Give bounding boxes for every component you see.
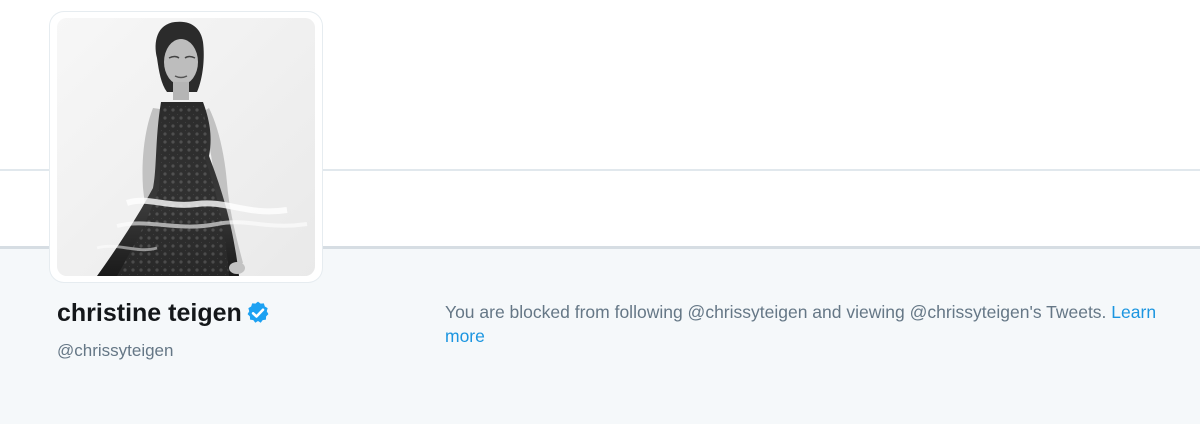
verified-badge-icon (247, 301, 269, 323)
profile-name-text[interactable]: christine teigen (57, 296, 242, 330)
profile-handle[interactable]: @chrissyteigen (57, 340, 173, 362)
avatar-image (57, 18, 315, 276)
blocked-notice: You are blocked from following @chrissyt… (445, 300, 1190, 348)
blocked-notice-text: You are blocked from following @chrissyt… (445, 302, 1107, 322)
profile-avatar[interactable] (50, 12, 322, 282)
avatar-photo (57, 18, 315, 276)
profile-page: christine teigen @chrissyteigen You are … (0, 0, 1200, 424)
profile-name[interactable]: christine teigen (57, 296, 271, 330)
